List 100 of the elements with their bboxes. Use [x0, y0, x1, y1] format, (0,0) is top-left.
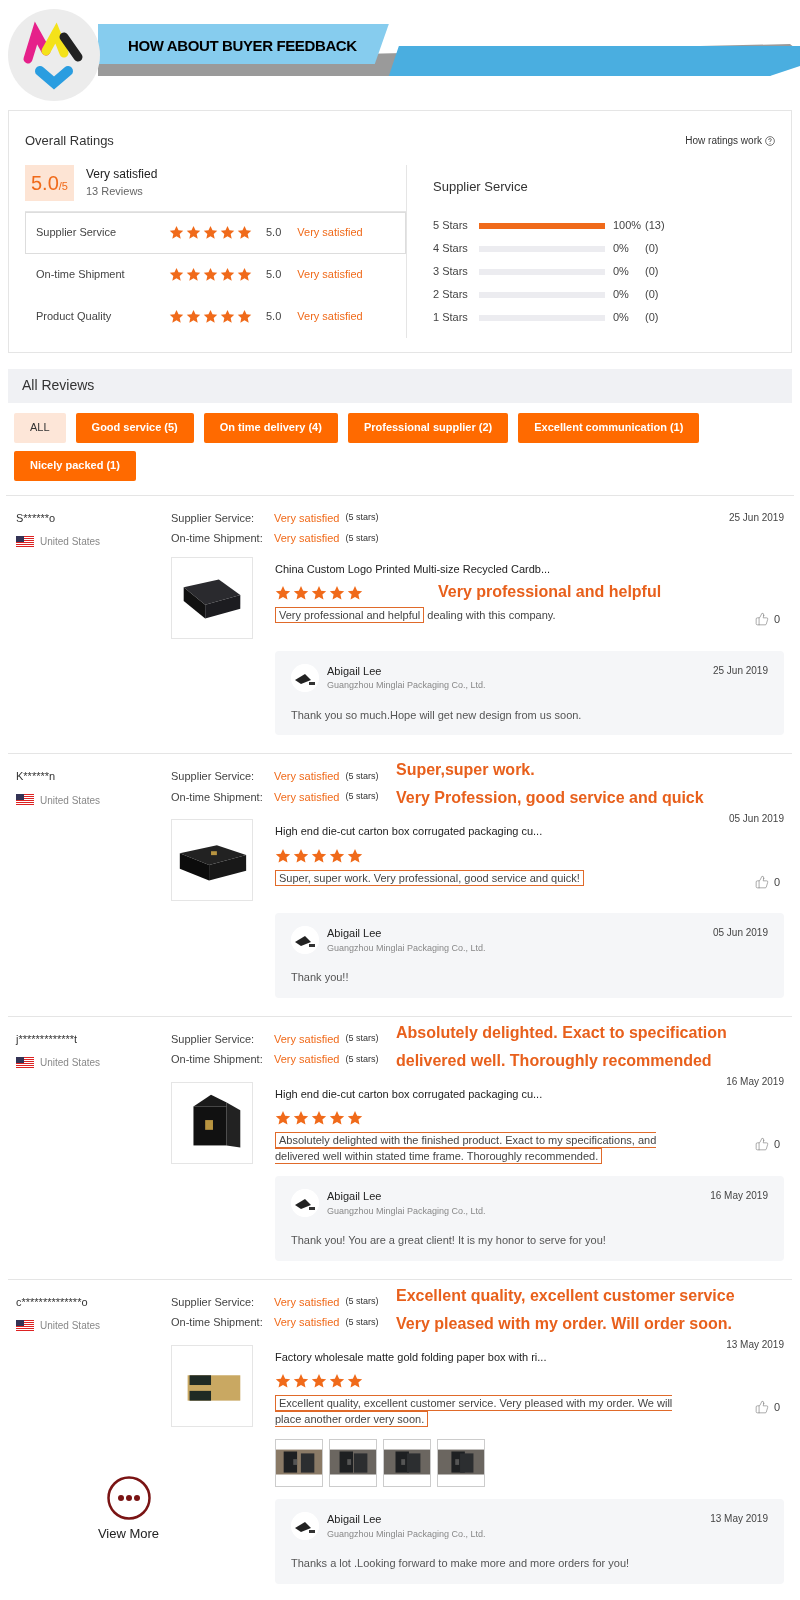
rating-label: On-time Shipment: — [171, 1315, 264, 1330]
star-icon — [169, 309, 184, 324]
rating-score: 5.0 — [266, 309, 282, 325]
star-icon — [275, 847, 291, 864]
rating-verdict: Very satisfied — [297, 267, 363, 283]
reviewer-country: United States — [40, 535, 101, 549]
product-title: High end die-cut carton box corrugated packaging cu... — [275, 824, 544, 839]
star-icon — [237, 225, 252, 240]
help-link[interactable]: How ratings work — [685, 133, 775, 149]
star-level-label: 4 Stars — [433, 241, 469, 257]
rating-label: Supplier Service — [36, 225, 118, 241]
rating-label: On-time Shipment: — [171, 1052, 264, 1067]
review-date: 16 May 2019 — [726, 1074, 784, 1089]
star-icon — [329, 585, 345, 601]
review-date: 25 Jun 2019 — [728, 510, 785, 525]
like-button[interactable]: 0 — [754, 1136, 780, 1153]
filter-tag[interactable]: ALL — [14, 412, 66, 443]
star-icon — [293, 585, 309, 601]
rating-verdict: Very satisfied — [274, 1052, 340, 1067]
rating-label: On-time Shipment: — [171, 789, 264, 805]
product-title: Factory wholesale matte gold folding paper box with ri... — [275, 1349, 548, 1365]
rating-verdict: Very satisfied — [297, 225, 363, 241]
rating-label: Supplier Service: — [171, 1294, 256, 1310]
star-icon — [347, 585, 363, 601]
histogram-percent: 0% — [613, 264, 630, 280]
rating-note: (5 stars) — [345, 1295, 379, 1308]
annotation-text: Very pleased with my order. Will order soon. — [396, 1313, 733, 1334]
rating-note: (5 stars) — [345, 1315, 379, 1329]
reviewer-country: United States — [40, 1056, 101, 1070]
reply-date: 25 Jun 2019 — [712, 663, 768, 678]
flag-icon — [16, 1319, 34, 1332]
histogram-count: (13) — [645, 218, 665, 234]
reply-date: 13 May 2019 — [710, 1512, 768, 1526]
rating-label: On-time Shipment: — [171, 531, 264, 546]
annotation-text: Absolutely delighted. Exact to specification — [396, 1022, 727, 1043]
annotation-text: Super,super work. — [396, 760, 536, 780]
annotation-text: Excellent quality, excellent customer service — [396, 1285, 735, 1306]
star-icon — [169, 267, 184, 282]
product-title: China Custom Logo Printed Multi-size Recycled Cardb... — [275, 561, 552, 577]
star-icon — [237, 309, 252, 324]
star-icon — [275, 585, 291, 601]
replier-company: Guangzhou Minglai Packaging Co., Ltd. — [327, 941, 486, 955]
histogram-percent: 0% — [613, 310, 630, 326]
rating-score: 5.0 — [266, 267, 282, 283]
rating-verdict: Very satisfied — [274, 1315, 340, 1330]
rating-verdict: Very satisfied — [297, 309, 363, 325]
star-icon — [220, 309, 235, 324]
star-icon — [311, 585, 327, 601]
star-icon — [329, 1373, 345, 1389]
annotation-text: delivered well. Thoroughly recommended — [396, 1050, 713, 1071]
thumbs-up-icon — [754, 612, 769, 627]
flag-icon — [16, 535, 34, 548]
star-icon — [275, 1110, 291, 1126]
histogram-title: Supplier Service — [433, 177, 529, 196]
review-date: 13 May 2019 — [726, 1337, 784, 1352]
like-button[interactable]: 0 — [754, 873, 780, 890]
star-icon — [220, 267, 235, 282]
star-icon — [220, 225, 235, 240]
rating-row[interactable]: Supplier Service 5.0 Very satisfied — [25, 211, 406, 254]
rating-label: On-time Shipment — [36, 267, 126, 283]
star-icon — [169, 225, 184, 240]
star-icon — [237, 267, 252, 282]
rating-row[interactable]: On-time Shipment 5.0 Very satisfied — [25, 253, 406, 296]
replier-company: Guangzhou Minglai Packaging Co., Ltd. — [327, 1527, 486, 1541]
star-icon — [186, 267, 201, 282]
view-more-button[interactable]: View More — [86, 1476, 171, 1544]
rating-note: (5 stars) — [345, 1032, 379, 1045]
like-button[interactable]: 0 — [754, 611, 780, 628]
overall-verdict: Very satisfied — [86, 166, 158, 184]
logo-icon — [6, 7, 102, 103]
star-icon — [203, 309, 218, 324]
review-comment: Excellent quality, excellent customer service. Very pleased with my order. We will place another order very soon. — [275, 1395, 674, 1427]
star-icon — [311, 1110, 327, 1126]
star-icon — [311, 1373, 327, 1389]
rating-verdict: Very satisfied — [274, 789, 340, 805]
thumbs-up-icon — [754, 874, 769, 889]
star-icon — [293, 1373, 309, 1389]
star-icon — [311, 847, 327, 864]
rating-verdict: Very satisfied — [274, 1031, 340, 1047]
reviewer-country: United States — [40, 793, 101, 808]
histogram-percent: 0% — [613, 241, 630, 257]
product-title: High end die-cut carton box corrugated packaging cu... — [275, 1086, 544, 1102]
rating-row[interactable]: Product Quality 5.0 Very satisfied — [25, 295, 406, 338]
rating-note: (5 stars) — [345, 769, 379, 783]
reply-date: 16 May 2019 — [710, 1189, 768, 1203]
reply-text: Thanks a lot .Looking forward to make more and more orders for you! — [291, 1556, 631, 1571]
reply-text: Thank you! You are a great client! It is my honor to serve for you! — [291, 1233, 607, 1248]
flag-icon — [16, 1056, 34, 1069]
histogram-count: (0) — [645, 310, 659, 326]
reply-text: Thank you!! — [291, 970, 350, 985]
thumbs-up-icon — [754, 1137, 769, 1152]
star-level-label: 5 Stars — [433, 218, 469, 234]
rating-note: (5 stars) — [345, 1052, 379, 1066]
rating-score: 5.0 — [266, 225, 282, 241]
rating-label: Supplier Service: — [171, 1031, 256, 1047]
more-icon — [106, 1476, 151, 1520]
replier-company: Guangzhou Minglai Packaging Co., Ltd. — [327, 1204, 486, 1218]
like-button[interactable]: 0 — [754, 1399, 780, 1416]
histogram-count: (0) — [645, 241, 659, 257]
reviewer-name: j*************t — [16, 1031, 79, 1047]
